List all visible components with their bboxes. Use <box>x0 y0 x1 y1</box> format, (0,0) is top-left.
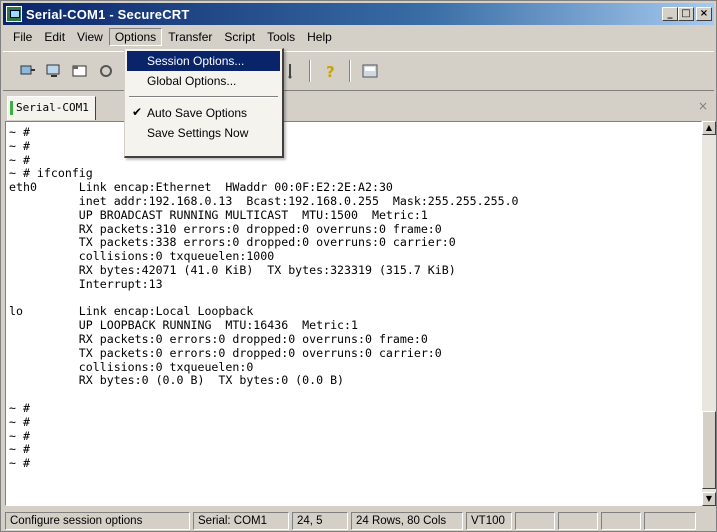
terminal-line: ~ # <box>9 414 30 429</box>
close-button[interactable]: × <box>696 7 712 21</box>
window-controls: _ □ × <box>662 7 714 21</box>
options-dropdown-menu: Session Options... Global Options... ✔ A… <box>124 48 284 158</box>
status-emulation: VT100 <box>466 511 512 530</box>
session-tab-strip: Serial-COM1 <box>3 94 714 120</box>
terminal-line: RX bytes:0 (0.0 B) TX bytes:0 (0.0 B) <box>9 373 345 388</box>
title-bar[interactable]: Serial-COM1 - SecureCRT _ □ × <box>3 3 714 25</box>
terminal-area[interactable]: ~ # ~ # ~ # ~ # ifconfig eth0 Link encap:Eth… <box>5 121 702 506</box>
vertical-scrollbar[interactable]: ▲ ▼ <box>702 121 716 506</box>
terminal-line: ~ # <box>9 138 30 153</box>
toolbar-separator <box>349 60 351 82</box>
menu-options[interactable]: Options <box>108 28 163 46</box>
status-message: Configure session options <box>5 511 190 530</box>
menu-item-session-options-label: Session Options... <box>147 54 245 68</box>
reconnect-icon[interactable] <box>95 60 117 82</box>
terminal-line: RX bytes:42071 (41.0 KiB) TX bytes:32331… <box>9 262 456 277</box>
terminal-line: UP LOOPBACK RUNNING MTU:16436 Metric:1 <box>9 318 359 333</box>
maximize-button[interactable]: □ <box>678 7 694 21</box>
terminal-line: RX packets:310 errors:0 dropped:0 overru… <box>9 221 442 236</box>
checkmark-icon: ✔ <box>132 105 143 119</box>
status-connection: Serial: COM1 <box>193 511 289 530</box>
menu-separator <box>129 96 278 98</box>
scroll-up-icon[interactable]: ▲ <box>702 121 716 135</box>
status-bar: Configure session options Serial: COM1 2… <box>3 510 714 531</box>
terminal-line: TX packets:338 errors:0 dropped:0 overru… <box>9 235 456 250</box>
terminal-line: ~ # <box>9 442 30 457</box>
status-empty-3 <box>601 511 641 530</box>
menu-edit[interactable]: Edit <box>38 28 71 46</box>
menu-help[interactable]: Help <box>301 28 338 46</box>
terminal-line: ~ # <box>9 400 30 415</box>
terminal-line: collisions:0 txqueuelen:1000 <box>9 249 275 264</box>
tab-serial-com1[interactable]: Serial-COM1 <box>7 96 96 120</box>
terminal-line: ~ # <box>9 456 30 471</box>
terminal-line: ~ # <box>9 152 30 167</box>
toolbar: ? <box>3 51 714 91</box>
status-empty-1 <box>515 511 555 530</box>
menu-item-auto-save-options[interactable]: ✔ Auto Save Options <box>127 103 280 123</box>
securecrt-window: Serial-COM1 - SecureCRT _ □ × File Edit … <box>0 0 717 532</box>
connect-tab-icon[interactable] <box>69 60 91 82</box>
menu-item-save-settings-now-label: Save Settings Now <box>147 126 249 140</box>
toolbar-separator <box>309 60 311 82</box>
status-terminal-size: 24 Rows, 80 Cols <box>351 511 463 530</box>
menu-transfer[interactable]: Transfer <box>162 28 218 46</box>
terminal-line: RX packets:0 errors:0 dropped:0 overruns… <box>9 331 428 346</box>
connect-icon[interactable] <box>17 60 39 82</box>
terminal-line: ~ # ifconfig <box>9 166 93 181</box>
scroll-down-icon[interactable]: ▼ <box>702 492 716 506</box>
terminal-line: collisions:0 txqueuelen:0 <box>9 359 254 374</box>
minimize-button[interactable]: _ <box>662 7 678 21</box>
svg-text:?: ? <box>326 63 335 80</box>
menu-view[interactable]: View <box>71 28 109 46</box>
help-icon[interactable]: ? <box>319 60 341 82</box>
app-icon <box>6 6 22 22</box>
terminal-line: UP BROADCAST RUNNING MULTICAST MTU:1500 … <box>9 207 428 222</box>
terminal-line: TX packets:0 errors:0 dropped:0 overruns… <box>9 345 442 360</box>
scroll-thumb[interactable] <box>702 411 716 489</box>
status-empty-4 <box>644 511 696 530</box>
menu-tools[interactable]: Tools <box>261 28 301 46</box>
menu-item-global-options-label: Global Options... <box>147 74 237 88</box>
menu-file[interactable]: File <box>7 28 38 46</box>
menu-bar: File Edit View Options Transfer Script T… <box>3 26 714 48</box>
status-cursor-position: 24, 5 <box>292 511 348 530</box>
close-tab-icon[interactable]: × <box>696 99 710 113</box>
terminal-line: inet addr:192.168.0.13 Bcast:192.168.0.2… <box>9 193 519 208</box>
terminal-line: eth0 Link encap:Ethernet HWaddr 00:0F:E2… <box>9 180 393 195</box>
menu-item-global-options[interactable]: Global Options... <box>127 71 280 91</box>
terminal-line: ~ # <box>9 125 30 139</box>
quick-connect-icon[interactable] <box>43 60 65 82</box>
terminal-line: ~ # <box>9 428 30 443</box>
terminal-line: lo Link encap:Local Loopback <box>9 304 254 319</box>
terminal-output: ~ # ~ # ~ # ~ # ifconfig eth0 Link encap:Eth… <box>6 122 701 471</box>
menu-script[interactable]: Script <box>218 28 261 46</box>
menu-item-auto-save-options-label: Auto Save Options <box>147 106 248 120</box>
status-empty-2 <box>558 511 598 530</box>
window-title: Serial-COM1 - SecureCRT <box>26 6 190 22</box>
menu-item-save-settings-now[interactable]: Save Settings Now <box>127 123 280 143</box>
sftp-icon[interactable] <box>359 60 381 82</box>
menu-item-session-options[interactable]: Session Options... <box>127 51 280 71</box>
terminal-line: Interrupt:13 <box>9 276 163 291</box>
